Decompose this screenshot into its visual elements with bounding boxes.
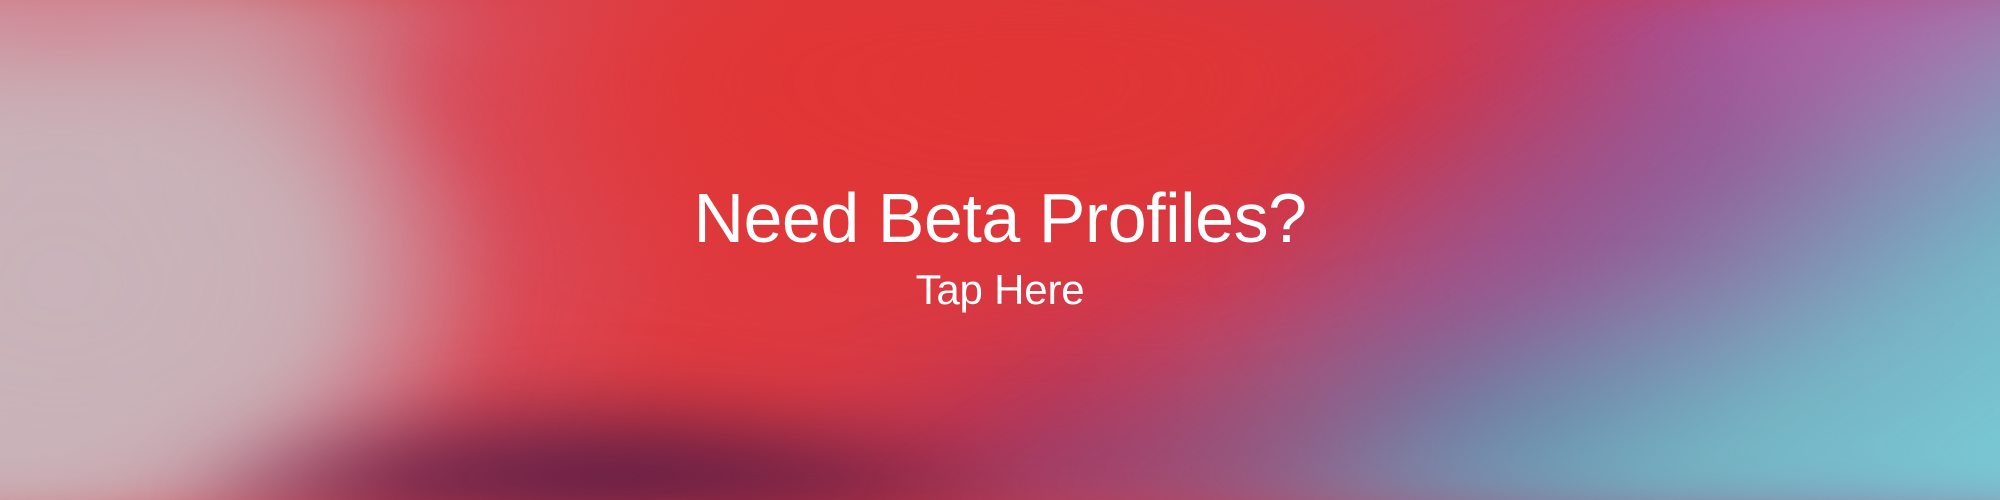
beta-profiles-banner[interactable]: Need Beta Profiles? Tap Here bbox=[0, 0, 2000, 500]
bottom-right-cyan-glow bbox=[0, 0, 2000, 500]
